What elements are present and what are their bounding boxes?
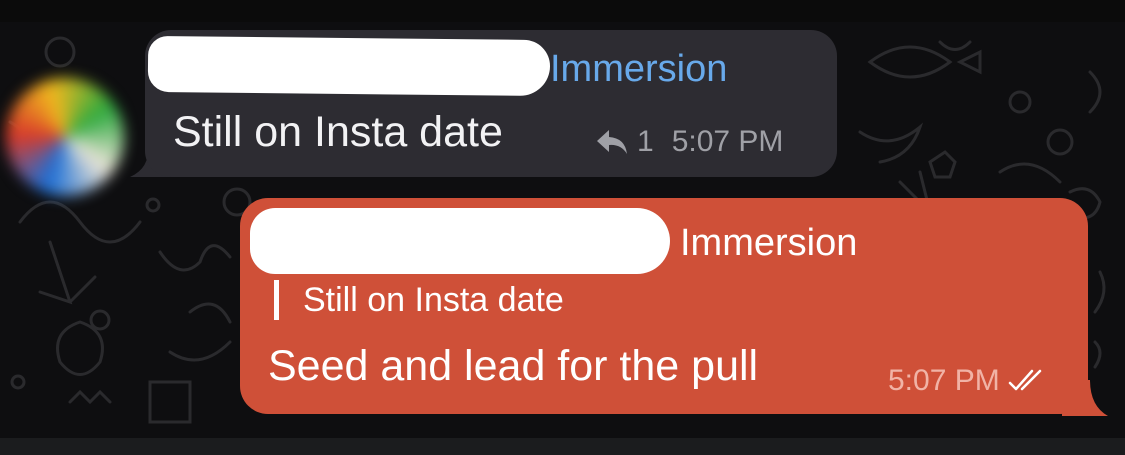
reply-count: 1: [637, 125, 654, 158]
message-time: 5:07 PM: [671, 125, 784, 158]
outgoing-message-bubble[interactable]: Immersion Still on Insta date Seed and l…: [240, 198, 1088, 414]
message-text: Seed and lead for the pull: [268, 342, 759, 390]
redaction-mark: [250, 208, 670, 274]
reply-info[interactable]: 1 5:07 PM: [595, 125, 783, 159]
message-meta: 5:07 PM: [888, 364, 1050, 398]
bottom-bar: [0, 438, 1125, 455]
double-check-icon: [1008, 369, 1041, 391]
redaction-mark: [147, 35, 551, 97]
sender-avatar[interactable]: [6, 78, 124, 196]
quoted-sender-name[interactable]: Immersion: [680, 222, 857, 265]
incoming-message-bubble[interactable]: Immersion Still on Insta date 1 5:07 PM: [145, 30, 837, 177]
message-text: Still on Insta date: [173, 108, 503, 156]
reply-quote[interactable]: Still on Insta date: [274, 280, 564, 320]
reply-arrow-icon: [597, 130, 627, 154]
message-sender-name[interactable]: Immersion: [550, 48, 727, 91]
message-time: 5:07 PM: [888, 364, 1000, 397]
top-bar: [0, 0, 1125, 22]
quoted-message-text: Still on Insta date: [303, 281, 564, 319]
